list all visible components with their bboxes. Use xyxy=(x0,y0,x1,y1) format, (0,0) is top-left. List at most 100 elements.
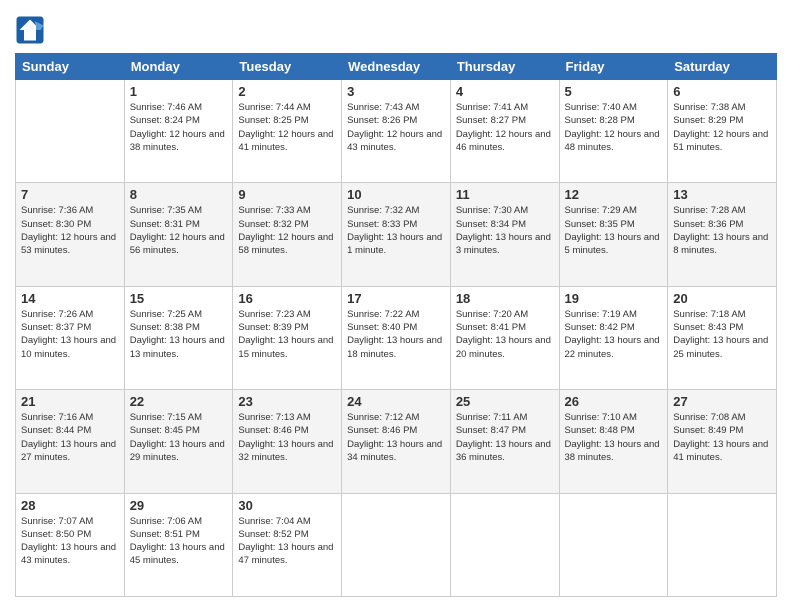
day-info: Sunrise: 7:25 AM Sunset: 8:38 PM Dayligh… xyxy=(130,308,228,361)
day-info: Sunrise: 7:08 AM Sunset: 8:49 PM Dayligh… xyxy=(673,411,771,464)
day-info: Sunrise: 7:10 AM Sunset: 8:48 PM Dayligh… xyxy=(565,411,663,464)
calendar-cell: 13 Sunrise: 7:28 AM Sunset: 8:36 PM Dayli… xyxy=(668,183,777,286)
day-number: 23 xyxy=(238,394,336,409)
calendar-week-3: 21 Sunrise: 7:16 AM Sunset: 8:44 PM Dayli… xyxy=(16,390,777,493)
calendar-cell: 10Sunrise: 7:32 AM Sunset: 8:33 PM Dayli… xyxy=(342,183,451,286)
calendar-cell: 27 Sunrise: 7:08 AM Sunset: 8:49 PM Dayli… xyxy=(668,390,777,493)
day-info: Sunrise: 7:35 AM Sunset: 8:31 PM Dayligh… xyxy=(130,204,228,257)
day-info: Sunrise: 7:07 AM Sunset: 8:50 PM Dayligh… xyxy=(21,515,119,568)
page: SundayMondayTuesdayWednesdayThursdayFrid… xyxy=(0,0,792,612)
day-number: 1 xyxy=(130,84,228,99)
day-number: 6 xyxy=(673,84,771,99)
calendar-weekday-saturday: Saturday xyxy=(668,54,777,80)
calendar-cell: 9 Sunrise: 7:33 AM Sunset: 8:32 PM Daylig… xyxy=(233,183,342,286)
day-info: Sunrise: 7:22 AM Sunset: 8:40 PM Dayligh… xyxy=(347,308,445,361)
day-number: 27 xyxy=(673,394,771,409)
day-number: 13 xyxy=(673,187,771,202)
day-number: 17 xyxy=(347,291,445,306)
calendar-cell xyxy=(668,493,777,596)
calendar-cell: 5 Sunrise: 7:40 AM Sunset: 8:28 PM Daylig… xyxy=(559,80,668,183)
calendar-cell: 16 Sunrise: 7:23 AM Sunset: 8:39 PM Dayli… xyxy=(233,286,342,389)
day-info: Sunrise: 7:38 AM Sunset: 8:29 PM Dayligh… xyxy=(673,101,771,154)
calendar-cell: 15 Sunrise: 7:25 AM Sunset: 8:38 PM Dayli… xyxy=(124,286,233,389)
day-number: 4 xyxy=(456,84,554,99)
calendar-cell: 11Sunrise: 7:30 AM Sunset: 8:34 PM Dayli… xyxy=(450,183,559,286)
day-number: 9 xyxy=(238,187,336,202)
calendar-week-0: 1 Sunrise: 7:46 AM Sunset: 8:24 PM Daylig… xyxy=(16,80,777,183)
logo xyxy=(15,15,49,45)
day-info: Sunrise: 7:43 AM Sunset: 8:26 PM Dayligh… xyxy=(347,101,445,154)
calendar-cell: 2 Sunrise: 7:44 AM Sunset: 8:25 PM Daylig… xyxy=(233,80,342,183)
day-number: 21 xyxy=(21,394,119,409)
calendar-cell: 14Sunrise: 7:26 AM Sunset: 8:37 PM Dayli… xyxy=(16,286,125,389)
day-info: Sunrise: 7:46 AM Sunset: 8:24 PM Dayligh… xyxy=(130,101,228,154)
day-info: Sunrise: 7:23 AM Sunset: 8:39 PM Dayligh… xyxy=(238,308,336,361)
calendar-header-row: SundayMondayTuesdayWednesdayThursdayFrid… xyxy=(16,54,777,80)
day-number: 3 xyxy=(347,84,445,99)
calendar-cell: 29 Sunrise: 7:06 AM Sunset: 8:51 PM Dayli… xyxy=(124,493,233,596)
calendar-cell: 22 Sunrise: 7:15 AM Sunset: 8:45 PM Dayli… xyxy=(124,390,233,493)
day-info: Sunrise: 7:33 AM Sunset: 8:32 PM Dayligh… xyxy=(238,204,336,257)
calendar-cell xyxy=(342,493,451,596)
day-info: Sunrise: 7:20 AM Sunset: 8:41 PM Dayligh… xyxy=(456,308,554,361)
day-info: Sunrise: 7:11 AM Sunset: 8:47 PM Dayligh… xyxy=(456,411,554,464)
day-info: Sunrise: 7:15 AM Sunset: 8:45 PM Dayligh… xyxy=(130,411,228,464)
calendar-weekday-friday: Friday xyxy=(559,54,668,80)
day-number: 15 xyxy=(130,291,228,306)
day-info: Sunrise: 7:13 AM Sunset: 8:46 PM Dayligh… xyxy=(238,411,336,464)
day-info: Sunrise: 7:44 AM Sunset: 8:25 PM Dayligh… xyxy=(238,101,336,154)
calendar-cell xyxy=(16,80,125,183)
calendar-cell: 18 Sunrise: 7:20 AM Sunset: 8:41 PM Dayli… xyxy=(450,286,559,389)
calendar-weekday-thursday: Thursday xyxy=(450,54,559,80)
calendar-cell: 30 Sunrise: 7:04 AM Sunset: 8:52 PM Dayli… xyxy=(233,493,342,596)
day-info: Sunrise: 7:16 AM Sunset: 8:44 PM Dayligh… xyxy=(21,411,119,464)
day-info: Sunrise: 7:30 AM Sunset: 8:34 PM Dayligh… xyxy=(456,204,554,257)
day-number: 10 xyxy=(347,187,445,202)
day-number: 22 xyxy=(130,394,228,409)
day-number: 2 xyxy=(238,84,336,99)
calendar-cell xyxy=(450,493,559,596)
day-info: Sunrise: 7:06 AM Sunset: 8:51 PM Dayligh… xyxy=(130,515,228,568)
day-number: 24 xyxy=(347,394,445,409)
day-info: Sunrise: 7:18 AM Sunset: 8:43 PM Dayligh… xyxy=(673,308,771,361)
calendar-cell: 6 Sunrise: 7:38 AM Sunset: 8:29 PM Daylig… xyxy=(668,80,777,183)
day-number: 26 xyxy=(565,394,663,409)
calendar-weekday-sunday: Sunday xyxy=(16,54,125,80)
calendar-cell xyxy=(559,493,668,596)
day-number: 19 xyxy=(565,291,663,306)
day-number: 5 xyxy=(565,84,663,99)
calendar-week-4: 28Sunrise: 7:07 AM Sunset: 8:50 PM Dayli… xyxy=(16,493,777,596)
day-info: Sunrise: 7:19 AM Sunset: 8:42 PM Dayligh… xyxy=(565,308,663,361)
calendar-cell: 24 Sunrise: 7:12 AM Sunset: 8:46 PM Dayli… xyxy=(342,390,451,493)
calendar-cell: 25Sunrise: 7:11 AM Sunset: 8:47 PM Dayli… xyxy=(450,390,559,493)
calendar-cell: 1 Sunrise: 7:46 AM Sunset: 8:24 PM Daylig… xyxy=(124,80,233,183)
calendar-cell: 4 Sunrise: 7:41 AM Sunset: 8:27 PM Daylig… xyxy=(450,80,559,183)
day-info: Sunrise: 7:41 AM Sunset: 8:27 PM Dayligh… xyxy=(456,101,554,154)
day-info: Sunrise: 7:12 AM Sunset: 8:46 PM Dayligh… xyxy=(347,411,445,464)
calendar-week-1: 7 Sunrise: 7:36 AM Sunset: 8:30 PM Daylig… xyxy=(16,183,777,286)
day-info: Sunrise: 7:28 AM Sunset: 8:36 PM Dayligh… xyxy=(673,204,771,257)
day-number: 8 xyxy=(130,187,228,202)
day-number: 20 xyxy=(673,291,771,306)
calendar-cell: 17 Sunrise: 7:22 AM Sunset: 8:40 PM Dayli… xyxy=(342,286,451,389)
day-info: Sunrise: 7:04 AM Sunset: 8:52 PM Dayligh… xyxy=(238,515,336,568)
calendar-weekday-monday: Monday xyxy=(124,54,233,80)
day-info: Sunrise: 7:40 AM Sunset: 8:28 PM Dayligh… xyxy=(565,101,663,154)
calendar-cell: 8 Sunrise: 7:35 AM Sunset: 8:31 PM Daylig… xyxy=(124,183,233,286)
day-number: 29 xyxy=(130,498,228,513)
calendar-cell: 23 Sunrise: 7:13 AM Sunset: 8:46 PM Dayli… xyxy=(233,390,342,493)
calendar-cell: 12 Sunrise: 7:29 AM Sunset: 8:35 PM Dayli… xyxy=(559,183,668,286)
logo-icon xyxy=(15,15,45,45)
day-number: 16 xyxy=(238,291,336,306)
day-number: 7 xyxy=(21,187,119,202)
calendar-cell: 21 Sunrise: 7:16 AM Sunset: 8:44 PM Dayli… xyxy=(16,390,125,493)
calendar-week-2: 14Sunrise: 7:26 AM Sunset: 8:37 PM Dayli… xyxy=(16,286,777,389)
day-number: 30 xyxy=(238,498,336,513)
day-number: 18 xyxy=(456,291,554,306)
calendar-cell: 7 Sunrise: 7:36 AM Sunset: 8:30 PM Daylig… xyxy=(16,183,125,286)
calendar-weekday-tuesday: Tuesday xyxy=(233,54,342,80)
day-info: Sunrise: 7:29 AM Sunset: 8:35 PM Dayligh… xyxy=(565,204,663,257)
day-number: 12 xyxy=(565,187,663,202)
calendar-cell: 28Sunrise: 7:07 AM Sunset: 8:50 PM Dayli… xyxy=(16,493,125,596)
day-info: Sunrise: 7:36 AM Sunset: 8:30 PM Dayligh… xyxy=(21,204,119,257)
